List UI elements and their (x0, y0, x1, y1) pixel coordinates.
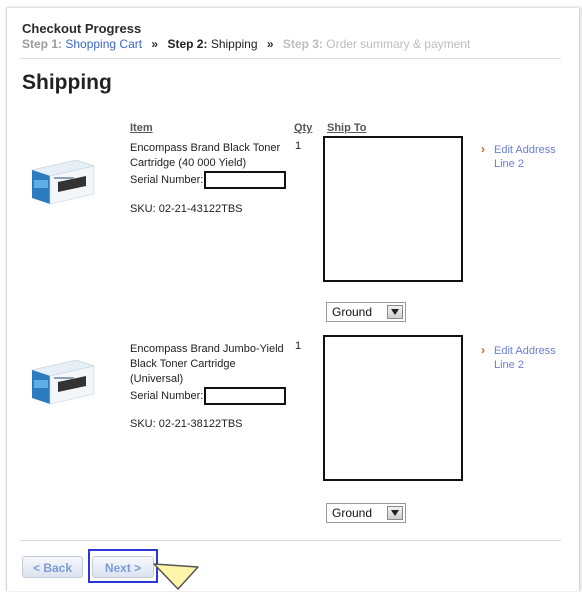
top-border (6, 7, 578, 8)
pointer-cursor-icon (153, 563, 199, 590)
serial-number-row: Serial Number: (130, 171, 290, 189)
step1-shopping-cart-link[interactable]: Shopping Cart (65, 37, 142, 51)
item-qty: 1 (295, 140, 302, 152)
item-name: Encompass Brand Black Toner Cartridge (4… (130, 142, 281, 169)
item-description: Encompass Brand Jumbo-Yield Black Toner … (130, 342, 290, 405)
edit-address-label: Edit Address Line 2 (494, 144, 556, 170)
item-sku: SKU: 02-21-43122TBS (130, 203, 243, 215)
next-button-highlight (88, 549, 158, 583)
chevron-down-icon[interactable] (387, 305, 403, 319)
page-title: Shipping (22, 71, 112, 94)
serial-number-row: Serial Number: (130, 387, 290, 405)
ship-to-address-box[interactable] (323, 335, 463, 481)
step3-prefix: Step 3: (282, 37, 323, 51)
shipping-method-value: Ground (332, 506, 373, 520)
divider (20, 540, 561, 541)
checkout-steps: Step 1: Shopping Cart » Step 2: Shipping… (22, 37, 470, 51)
serial-number-input[interactable] (204, 387, 287, 405)
step2-prefix: Step 2: (167, 37, 208, 51)
product-image (30, 359, 96, 405)
serial-number-label: Serial Number: (130, 389, 204, 402)
column-header-ship-to: Ship To (327, 122, 367, 134)
chevron-right-icon: › (481, 142, 485, 156)
step2-shipping-label: Shipping (210, 37, 258, 51)
item-description: Encompass Brand Black Toner Cartridge (4… (130, 141, 290, 189)
step3-order-summary-label: Order summary & payment (326, 37, 471, 51)
column-header-qty: Qty (294, 122, 313, 134)
shipping-method-select[interactable]: Ground (326, 302, 406, 322)
step-separator: » (266, 37, 274, 51)
serial-number-input[interactable] (204, 171, 287, 189)
back-button[interactable]: < Back (22, 556, 83, 578)
chevron-right-icon: › (481, 343, 485, 357)
serial-number-label: Serial Number: (130, 173, 204, 186)
edit-address-label: Edit Address Line 2 (494, 345, 556, 371)
checkout-progress-title: Checkout Progress (22, 21, 142, 36)
shipping-method-value: Ground (332, 305, 373, 319)
step-separator: » (151, 37, 159, 51)
ship-to-address-box[interactable] (323, 136, 463, 282)
divider (20, 58, 561, 59)
column-header-item: Item (130, 122, 153, 134)
item-sku: SKU: 02-21-38122TBS (130, 418, 243, 430)
chevron-down-icon[interactable] (387, 506, 403, 520)
item-name: Encompass Brand Jumbo-Yield Black Toner … (130, 343, 284, 385)
item-qty: 1 (295, 340, 302, 352)
step1-prefix: Step 1: (22, 37, 63, 51)
shipping-method-select[interactable]: Ground (326, 503, 406, 523)
product-image (30, 159, 96, 205)
